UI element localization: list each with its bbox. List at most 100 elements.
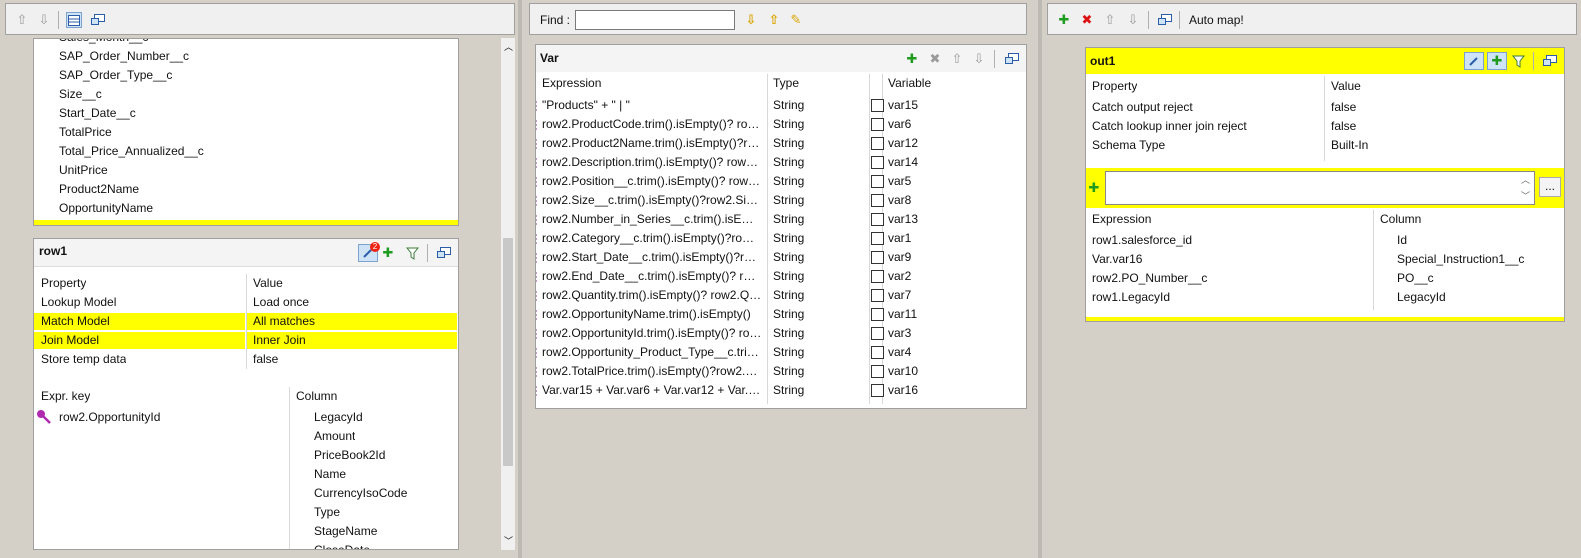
var-name[interactable]: var2 (888, 267, 911, 286)
drag-handle-icon[interactable] (536, 101, 538, 111)
add-filter-icon[interactable]: ✚ (380, 245, 396, 261)
list-item[interactable]: SAP_Order_Type__c (34, 66, 458, 85)
scroll-up-icon[interactable]: ︿ (504, 40, 513, 53)
var-name[interactable]: var16 (888, 381, 918, 400)
list-item[interactable]: Size__c (34, 85, 458, 104)
list-item[interactable]: Total_Price_Annualized__c (34, 142, 458, 161)
nullable-checkbox[interactable] (871, 327, 884, 340)
drag-handle-icon[interactable] (536, 177, 538, 187)
drag-handle-icon[interactable] (536, 253, 538, 263)
var-type[interactable]: String (773, 115, 804, 134)
nullable-checkbox[interactable] (871, 194, 884, 207)
drag-handle-icon[interactable] (536, 367, 538, 377)
var-expression[interactable]: row2.End_Date__c.trim().isEmpty()? row2.… (542, 267, 762, 286)
nullable-checkbox[interactable] (871, 251, 884, 264)
var-type[interactable]: String (773, 248, 804, 267)
find-previous-icon[interactable]: ⇧ (766, 12, 782, 28)
table-row[interactable]: Type (292, 503, 457, 522)
var-expression[interactable]: row2.Number_in_Series__c.trim().isEmpty(… (542, 210, 762, 229)
table-row[interactable]: Var.var16 Special_Instruction1__c (1086, 250, 1564, 269)
list-item[interactable]: OpportunityName (34, 199, 458, 218)
nullable-checkbox[interactable] (871, 289, 884, 302)
move-up-icon[interactable]: ⇧ (1102, 12, 1118, 28)
nullable-checkbox[interactable] (871, 118, 884, 131)
nullable-checkbox[interactable] (871, 346, 884, 359)
drag-handle-icon[interactable] (536, 348, 538, 358)
output-column[interactable]: PO__c (1397, 269, 1434, 288)
filter-expression-input[interactable]: ︿ ﹀ (1105, 171, 1535, 205)
var-type[interactable]: String (773, 286, 804, 305)
var-expression[interactable]: row2.Start_Date__c.trim().isEmpty()?row2… (542, 248, 762, 267)
var-row[interactable]: "Products" + " | " String var15 (536, 96, 1026, 115)
var-name[interactable]: var10 (888, 362, 918, 381)
var-type[interactable]: String (773, 343, 804, 362)
nullable-checkbox[interactable] (871, 99, 884, 112)
output-expression[interactable]: row2.PO_Number__c (1092, 269, 1207, 288)
nullable-checkbox[interactable] (871, 270, 884, 283)
drag-handle-icon[interactable] (536, 120, 538, 130)
nullable-checkbox[interactable] (871, 137, 884, 150)
add-variable-icon[interactable]: ✚ (904, 51, 920, 67)
var-expression[interactable]: row2.Product2Name.trim().isEmpty()?row2.… (542, 134, 762, 153)
highlight-all-icon[interactable]: ✎ (788, 12, 804, 28)
expr-key-value[interactable]: row2.OpportunityId (59, 408, 160, 427)
filter-icon[interactable] (1510, 53, 1526, 69)
table-row[interactable]: LegacyId (292, 408, 457, 427)
drag-handle-icon[interactable] (536, 386, 538, 396)
table-row[interactable]: StageName (292, 522, 457, 541)
property-row[interactable]: Catch output reject false (1086, 98, 1564, 117)
var-expression[interactable]: row2.Opportunity_Product_Type__c.trim() (542, 343, 762, 362)
var-name[interactable]: var5 (888, 172, 911, 191)
var-name[interactable]: var9 (888, 248, 911, 267)
output-expression[interactable]: row1.salesforce_id (1092, 231, 1192, 250)
var-row[interactable]: row2.Position__c.trim().isEmpty()? row2.… (536, 172, 1026, 191)
move-down-icon[interactable]: ⇩ (1125, 12, 1141, 28)
var-expression[interactable]: "Products" + " | " (542, 96, 762, 115)
wrench-icon[interactable] (1464, 52, 1484, 70)
drag-handle-icon[interactable] (536, 310, 538, 320)
find-input[interactable] (575, 10, 735, 30)
table-view-icon[interactable] (66, 12, 82, 28)
var-type[interactable]: String (773, 362, 804, 381)
var-row[interactable]: row2.Description.trim().isEmpty()? row2.… (536, 153, 1026, 172)
var-row[interactable]: row2.Start_Date__c.trim().isEmpty()?row2… (536, 248, 1026, 267)
var-name[interactable]: var4 (888, 343, 911, 362)
move-up-icon[interactable]: ⇧ (949, 51, 965, 67)
drag-handle-icon[interactable] (536, 158, 538, 168)
add-output-icon[interactable]: ✚ (1056, 12, 1072, 28)
table-row[interactable]: Name (292, 465, 457, 484)
var-expression[interactable]: row2.Quantity.trim().isEmpty()? row2.Qua… (542, 286, 762, 305)
var-name[interactable]: var11 (888, 305, 917, 324)
var-expression[interactable]: row2.OpportunityId.trim().isEmpty()? row… (542, 324, 762, 343)
list-item[interactable]: UnitPrice (34, 161, 458, 180)
browse-button[interactable]: ... (1539, 177, 1561, 197)
table-row[interactable]: row1.LegacyId LegacyId (1086, 288, 1564, 307)
var-expression[interactable]: row2.Category__c.trim().isEmpty()?row2.C… (542, 229, 762, 248)
var-row[interactable]: row2.OpportunityName.trim().isEmpty() Str… (536, 305, 1026, 324)
table-row[interactable]: row1.salesforce_id Id (1086, 231, 1564, 250)
var-row[interactable]: row2.OpportunityId.trim().isEmpty()? row… (536, 324, 1026, 343)
pane-splitter-right[interactable] (1038, 0, 1042, 558)
add-filter-icon[interactable]: ✚ (1086, 180, 1102, 196)
list-item[interactable]: Start_Date__c (34, 104, 458, 123)
drag-handle-icon[interactable] (536, 196, 538, 206)
nullable-checkbox[interactable] (871, 156, 884, 169)
arrow-down-icon[interactable]: ⇩ (36, 12, 52, 28)
var-row[interactable]: row2.End_Date__c.trim().isEmpty()? row2.… (536, 267, 1026, 286)
property-value[interactable]: Built-In (1331, 136, 1368, 155)
pane-splitter-left[interactable] (518, 0, 522, 558)
list-item[interactable]: Sales_Month__c (34, 39, 458, 47)
var-type[interactable]: String (773, 191, 804, 210)
drag-handle-icon[interactable] (536, 215, 538, 225)
var-row[interactable]: row2.Quantity.trim().isEmpty()? row2.Qua… (536, 286, 1026, 305)
var-row[interactable]: row2.Size__c.trim().isEmpty()?row2.Size_… (536, 191, 1026, 210)
var-type[interactable]: String (773, 324, 804, 343)
minimize-panel-icon[interactable] (1004, 51, 1020, 67)
table-row[interactable]: PriceBook2Id (292, 446, 457, 465)
property-value[interactable]: false (1331, 98, 1356, 117)
var-expression[interactable]: row2.Description.trim().isEmpty()? row2.… (542, 153, 762, 172)
arrow-up-icon[interactable]: ⇧ (14, 12, 30, 28)
output-column[interactable]: Special_Instruction1__c (1397, 250, 1524, 269)
table-row[interactable]: Amount (292, 427, 457, 446)
chevron-up-icon[interactable]: ︿ (1521, 173, 1530, 186)
